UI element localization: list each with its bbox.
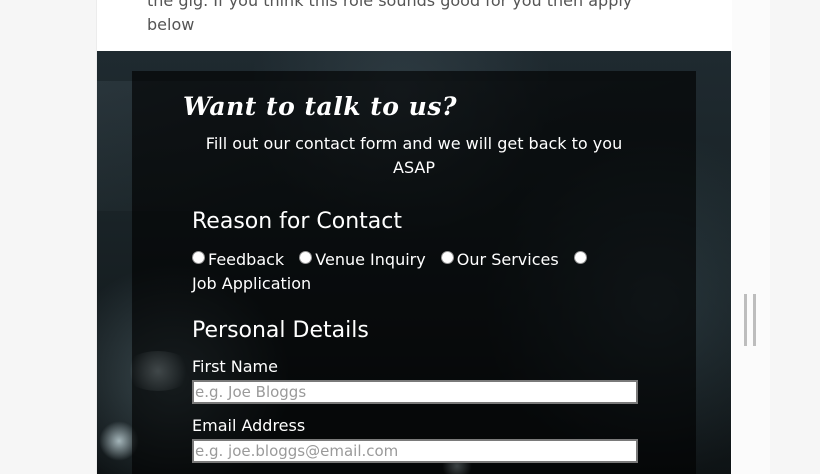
radio-button[interactable] [192,251,205,264]
radio-button[interactable] [573,251,587,264]
first-name-input[interactable] [192,380,638,404]
radio-label: Feedback [208,250,285,269]
radio-option-our-services[interactable]: Our Services [440,250,559,269]
reason-heading: Reason for Contact [192,209,403,234]
radio-option-venue-inquiry[interactable]: Venue Inquiry [299,250,426,269]
radio-label: Our Services [456,250,559,269]
email-input[interactable] [192,439,638,463]
radio-label: Venue Inquiry [315,250,426,269]
reason-radio-group: Feedback Venue Inquiry Our Services Job … [192,248,632,296]
radio-label: Job Application [192,274,312,293]
intro-paragraph: the gig. If you think this role sounds g… [147,0,633,34]
form-title: Want to talk to us? [183,92,458,121]
first-name-label: First Name [192,357,278,376]
personal-details-heading: Personal Details [192,318,369,343]
email-label: Email Address [192,416,306,435]
radio-option-feedback[interactable]: Feedback [192,250,284,269]
form-subtitle: Fill out our contact form and we will ge… [205,134,623,177]
scroll-handle[interactable] [744,294,756,346]
radio-button[interactable] [299,251,313,264]
radio-button[interactable] [440,251,454,264]
right-gutter [732,0,770,474]
